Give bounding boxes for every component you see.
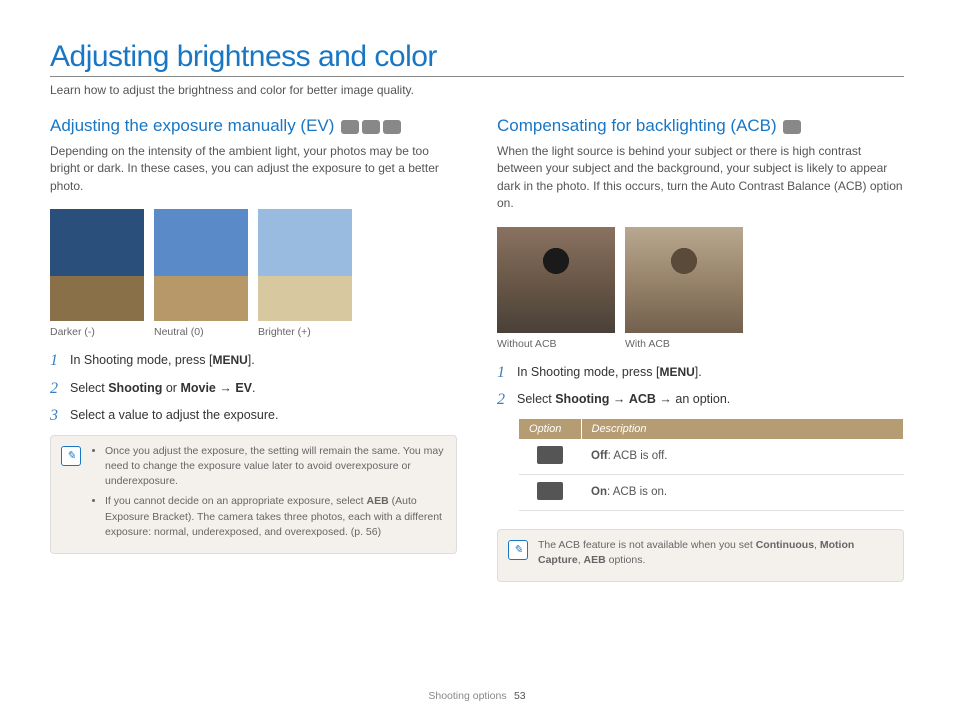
page-intro: Learn how to adjust the brightness and c… (50, 83, 904, 97)
footer: Shooting options 53 (0, 688, 954, 702)
acb-steps: In Shooting mode, press [MENU]. Select S… (497, 364, 904, 409)
menu-button-label: MENU (212, 353, 247, 367)
caption-darker: Darker (-) (50, 326, 144, 338)
step-1: In Shooting mode, press [MENU]. (50, 352, 457, 370)
table-row: Off: ACB is off. (519, 439, 904, 475)
mode-icons-ev (341, 120, 401, 134)
acb-image-without (497, 227, 615, 333)
ev-image-row: Darker (-) Neutral (0) Brighter (+) (50, 209, 457, 338)
th-description: Description (581, 419, 904, 439)
scene-icon (362, 120, 380, 134)
acb-image-row: Without ACB With ACB (497, 227, 904, 350)
camera-icon (783, 120, 801, 134)
acb-on-icon (537, 482, 563, 500)
note-item-1: Once you adjust the exposure, the settin… (105, 444, 444, 490)
step-3: Select a value to adjust the exposure. (50, 407, 457, 425)
caption-without-acb: Without ACB (497, 338, 615, 350)
note-box-ev: ✎ Once you adjust the exposure, the sett… (50, 435, 457, 554)
ev-image-darker (50, 209, 144, 321)
ev-image-neutral (154, 209, 248, 321)
caption-neutral: Neutral (0) (154, 326, 248, 338)
note-item-2: If you cannot decide on an appropriate e… (105, 494, 444, 540)
left-column: Adjusting the exposure manually (EV) Dep… (50, 115, 457, 582)
ev-image-brighter (258, 209, 352, 321)
acb-image-with (625, 227, 743, 333)
caption-with-acb: With ACB (625, 338, 743, 350)
menu-button-label: MENU (659, 365, 694, 379)
section-heading-ev: Adjusting the exposure manually (EV) (50, 115, 457, 137)
ev-steps: In Shooting mode, press [MENU]. Select S… (50, 352, 457, 425)
video-icon (383, 120, 401, 134)
table-row: On: ACB is on. (519, 474, 904, 510)
section-body-ev: Depending on the intensity of the ambien… (50, 143, 457, 195)
options-table: Option Description Off: ACB is off. On: … (519, 419, 904, 511)
note-box-acb: ✎ The ACB feature is not available when … (497, 529, 904, 582)
mode-icons-acb (783, 120, 801, 134)
note-text: The ACB feature is not available when yo… (538, 538, 891, 568)
page-number: 53 (514, 690, 526, 702)
th-option: Option (519, 419, 581, 439)
step-1: In Shooting mode, press [MENU]. (497, 364, 904, 382)
caption-brighter: Brighter (+) (258, 326, 352, 338)
footer-section-label: Shooting options (428, 690, 506, 702)
step-2: Select Shooting → ACB → an option. (497, 391, 904, 409)
heading-text: Compensating for backlighting (ACB) (497, 116, 777, 135)
step-2: Select Shooting or Movie → EV. (50, 380, 457, 398)
page-title: Adjusting brightness and color (50, 40, 904, 77)
camera-icon (341, 120, 359, 134)
note-icon: ✎ (508, 540, 528, 560)
right-column: Compensating for backlighting (ACB) When… (497, 115, 904, 582)
note-icon: ✎ (61, 446, 81, 466)
acb-off-icon (537, 446, 563, 464)
section-body-acb: When the light source is behind your sub… (497, 143, 904, 213)
section-heading-acb: Compensating for backlighting (ACB) (497, 115, 904, 137)
heading-text: Adjusting the exposure manually (EV) (50, 116, 334, 135)
